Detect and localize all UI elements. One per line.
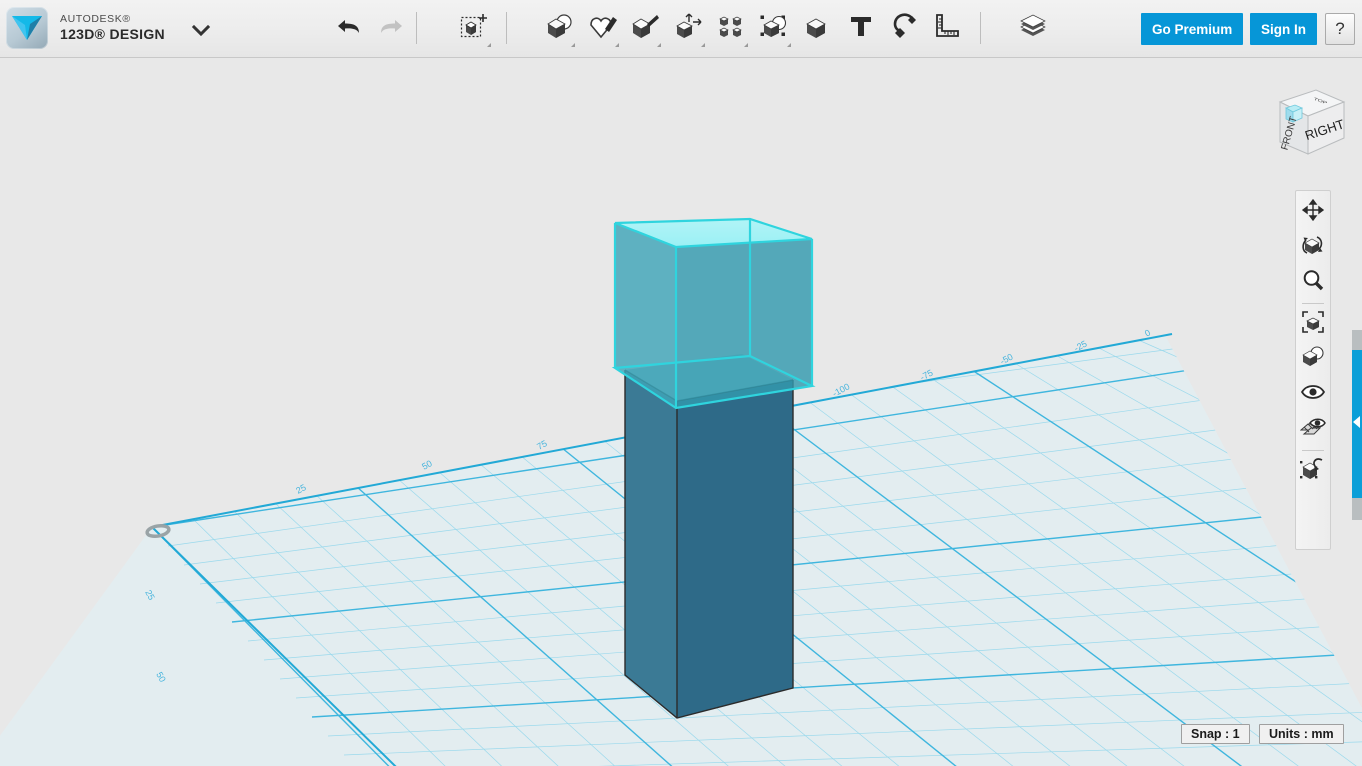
pan-arrows-icon xyxy=(1301,198,1325,226)
toolbar-separator xyxy=(506,12,507,44)
redo-button[interactable] xyxy=(372,8,410,48)
snap-status-chip[interactable]: Snap : 1 xyxy=(1181,724,1250,744)
transform-cube-icon xyxy=(460,12,490,45)
units-status-chip[interactable]: Units : mm xyxy=(1259,724,1344,744)
orbit-cube-icon xyxy=(1301,233,1325,262)
pattern-tool-button[interactable] xyxy=(713,8,751,48)
dropdown-caret-icon xyxy=(487,43,491,47)
material-stack-icon xyxy=(1018,13,1048,44)
fit-to-view-icon xyxy=(1301,310,1325,339)
grouping-tool-button[interactable] xyxy=(756,8,794,48)
undo-button[interactable] xyxy=(330,8,368,48)
navigation-toolbar xyxy=(1295,190,1331,550)
pattern-grid-icon xyxy=(718,13,746,44)
snap-settings-button[interactable] xyxy=(1296,454,1330,489)
app-logo-group[interactable]: AUTODESK® 123D® DESIGN xyxy=(6,7,165,49)
chevron-left-icon xyxy=(1353,416,1360,428)
navbar-divider xyxy=(1302,450,1324,451)
viewport-canvas[interactable]: 25 50 75 25 50 -100 -75 -50 -25 0 RIGHT FRONT xyxy=(0,58,1362,766)
snap-cube-icon xyxy=(1300,457,1326,486)
toolbar-separator xyxy=(980,12,981,44)
primitives-tool-button[interactable] xyxy=(540,8,578,48)
text-t-icon xyxy=(848,13,874,44)
grid-eye-icon xyxy=(1299,417,1326,442)
brand-product: 123D® DESIGN xyxy=(60,26,165,43)
dropdown-caret-icon xyxy=(787,43,791,47)
dropdown-caret-icon xyxy=(701,43,705,47)
magnet-icon xyxy=(890,13,918,44)
primitive-cube-icon xyxy=(544,13,574,44)
snap-tool-button[interactable] xyxy=(885,8,923,48)
sketch-pen-icon xyxy=(588,13,618,44)
fit-to-view-button[interactable] xyxy=(1296,307,1330,342)
dropdown-caret-icon xyxy=(657,43,661,47)
combine-tool-button[interactable] xyxy=(799,8,837,48)
sketch-tool-button[interactable] xyxy=(584,8,622,48)
undo-arrow-icon xyxy=(336,16,362,41)
orbit-button[interactable] xyxy=(1296,230,1330,265)
navbar-divider xyxy=(1302,303,1324,304)
help-button[interactable]: ? xyxy=(1325,13,1355,45)
go-premium-button[interactable]: Go Premium xyxy=(1141,13,1244,45)
modify-tool-button[interactable] xyxy=(670,8,708,48)
materials-tool-button[interactable] xyxy=(1014,8,1052,48)
visibility-button[interactable] xyxy=(1296,377,1330,412)
eye-icon xyxy=(1300,383,1326,406)
3d-scene xyxy=(0,217,1362,766)
pan-button[interactable] xyxy=(1296,195,1330,230)
dropdown-caret-icon xyxy=(744,43,748,47)
dropdown-caret-icon xyxy=(615,43,619,47)
panel-rail-bottom xyxy=(1352,498,1362,520)
view-cube[interactable]: RIGHT FRONT TOP xyxy=(1258,80,1350,162)
brand-vendor: AUTODESK® xyxy=(60,13,131,26)
view-settings-button[interactable] xyxy=(1296,342,1330,377)
sign-in-button[interactable]: Sign In xyxy=(1250,13,1317,45)
modify-cube-icon xyxy=(674,13,704,44)
zoom-button[interactable] xyxy=(1296,265,1330,300)
chevron-down-icon[interactable] xyxy=(190,22,212,38)
text-tool-button[interactable] xyxy=(842,8,880,48)
magnifier-icon xyxy=(1302,269,1324,296)
measure-tool-button[interactable] xyxy=(928,8,966,48)
toolbar-separator xyxy=(416,12,417,44)
grouping-cube-icon xyxy=(760,13,790,44)
construct-tool-button[interactable] xyxy=(626,8,664,48)
solid-box-body xyxy=(624,369,794,719)
redo-arrow-icon xyxy=(378,16,404,41)
autodesk-logo-icon xyxy=(6,7,48,49)
app-window: AUTODESK® 123D® DESIGN Go Premium Sign I… xyxy=(0,0,1362,766)
grid-display-button[interactable] xyxy=(1296,412,1330,447)
highlight-preview-box xyxy=(611,217,816,410)
dropdown-caret-icon xyxy=(571,43,575,47)
transform-tool-button[interactable] xyxy=(456,8,494,48)
panel-rail-top xyxy=(1352,330,1362,350)
top-toolbar: AUTODESK® 123D® DESIGN Go Premium Sign I… xyxy=(0,0,1362,58)
construct-cube-icon xyxy=(630,13,660,44)
right-panel-toggle[interactable] xyxy=(1352,350,1362,498)
combine-cube-icon xyxy=(803,13,833,44)
ruler-icon xyxy=(934,13,960,44)
view-cube-shade-icon xyxy=(1300,346,1326,373)
brand-text: AUTODESK® 123D® DESIGN xyxy=(60,14,165,42)
